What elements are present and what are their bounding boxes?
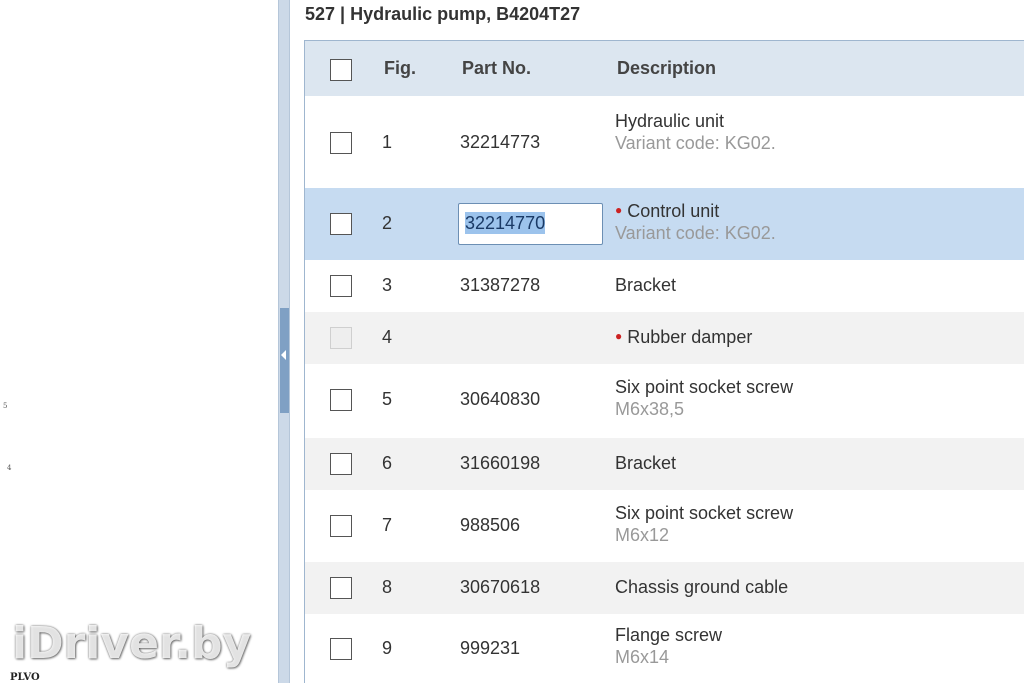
row-checkbox[interactable] xyxy=(330,638,352,660)
row-description: ● Control unit Variant code: KG02. xyxy=(615,201,776,244)
table-row[interactable]: 4 ● Rubber damper xyxy=(305,312,1024,364)
row-variant-note: M6x38,5 xyxy=(615,399,685,419)
column-header-description[interactable]: Description xyxy=(617,58,716,79)
row-fig: 5 xyxy=(382,389,393,409)
row-checkbox-disabled xyxy=(330,327,352,349)
table-row[interactable]: 3 31387278 Bracket xyxy=(305,260,1024,312)
row-description-text: Control unit xyxy=(627,201,720,221)
diagram-callout-5[interactable]: 5 xyxy=(3,402,7,410)
table-row-selected[interactable]: 2 32214770 ● Control unit Variant code: K… xyxy=(305,188,1024,260)
row-part-no[interactable]: 32214773 xyxy=(460,132,540,153)
part-no-selected-text[interactable]: 32214770 xyxy=(465,212,546,234)
row-variant-note: M6x12 xyxy=(615,525,670,545)
row-description-text: Chassis ground cable xyxy=(615,577,789,597)
column-header-part-no[interactable]: Part No. xyxy=(462,58,531,79)
table-row[interactable]: 5 30640830 Six point socket screw M6x38,… xyxy=(305,364,1024,438)
section-title: 527 | Hydraulic pump, B4204T27 xyxy=(305,4,581,24)
row-part-no[interactable]: 30640830 xyxy=(460,389,540,410)
row-variant-note: Variant code: KG02. xyxy=(615,133,776,153)
chevron-left-icon xyxy=(281,350,286,360)
row-fig: 1 xyxy=(382,132,393,152)
row-fig: 7 xyxy=(382,515,393,535)
row-fig: 4 xyxy=(382,327,393,347)
table-row[interactable]: 6 31660198 Bracket xyxy=(305,438,1024,490)
column-header-fig[interactable]: Fig. xyxy=(384,58,416,79)
row-description-text: Bracket xyxy=(615,453,677,473)
row-variant-note: M6x14 xyxy=(615,647,670,667)
row-checkbox[interactable] xyxy=(330,515,352,537)
row-fig: 9 xyxy=(382,638,393,658)
parts-table: Fig. Part No. Description 1 32214773 Hyd… xyxy=(304,40,1024,683)
row-description-text: Hydraulic unit xyxy=(615,111,725,131)
diagram-pane[interactable]: 5 4 iDriver.by PLVO xyxy=(0,0,278,683)
row-checkbox[interactable] xyxy=(330,275,352,297)
select-all-checkbox[interactable] xyxy=(330,59,352,81)
row-description-text: Six point socket screw xyxy=(615,377,794,397)
row-variant-note: Variant code: KG02. xyxy=(615,223,776,243)
diagram-brand-label: PLVO xyxy=(10,672,40,683)
row-description: Hydraulic unit Variant code: KG02. xyxy=(615,111,776,154)
row-description: Six point socket screw M6x38,5 xyxy=(615,377,793,420)
row-checkbox[interactable] xyxy=(330,453,352,475)
row-part-no[interactable]: 999231 xyxy=(460,638,520,659)
row-description: Six point socket screw M6x12 xyxy=(615,503,793,546)
splitter-collapse-handle[interactable] xyxy=(280,308,289,413)
row-part-no[interactable]: 988506 xyxy=(460,515,520,536)
row-description-text: Rubber damper xyxy=(627,327,753,347)
row-fig: 8 xyxy=(382,577,393,597)
row-description: Flange screw M6x14 xyxy=(615,625,722,668)
part-no-edit-field[interactable]: 32214770 xyxy=(458,203,603,245)
red-dot-icon: ● xyxy=(615,203,623,217)
row-part-no[interactable]: 31660198 xyxy=(460,453,540,474)
row-fig: 6 xyxy=(382,453,393,473)
row-fig: 3 xyxy=(382,275,393,295)
row-description: ● Rubber damper xyxy=(615,327,752,348)
row-part-no[interactable]: 31387278 xyxy=(460,275,540,296)
diagram-callout-4[interactable]: 4 xyxy=(7,464,11,472)
row-checkbox[interactable] xyxy=(330,213,352,235)
row-checkbox[interactable] xyxy=(330,132,352,154)
row-description-text: Six point socket screw xyxy=(615,503,794,523)
row-description-text: Flange screw xyxy=(615,625,723,645)
table-row[interactable]: 7 988506 Six point socket screw M6x12 xyxy=(305,490,1024,562)
row-description-text: Bracket xyxy=(615,275,677,295)
watermark: iDriver.by xyxy=(12,618,252,669)
row-checkbox[interactable] xyxy=(330,389,352,411)
row-part-no[interactable]: 30670618 xyxy=(460,577,540,598)
pane-splitter[interactable] xyxy=(278,0,290,683)
table-row[interactable]: 9 999231 Flange screw M6x14 xyxy=(305,614,1024,683)
row-checkbox[interactable] xyxy=(330,577,352,599)
table-row[interactable]: 8 30670618 Chassis ground cable xyxy=(305,562,1024,614)
table-row[interactable]: 1 32214773 Hydraulic unit Variant code: … xyxy=(305,96,1024,188)
row-fig: 2 xyxy=(382,213,393,233)
table-header: Fig. Part No. Description xyxy=(305,41,1024,96)
red-dot-icon: ● xyxy=(615,329,623,343)
